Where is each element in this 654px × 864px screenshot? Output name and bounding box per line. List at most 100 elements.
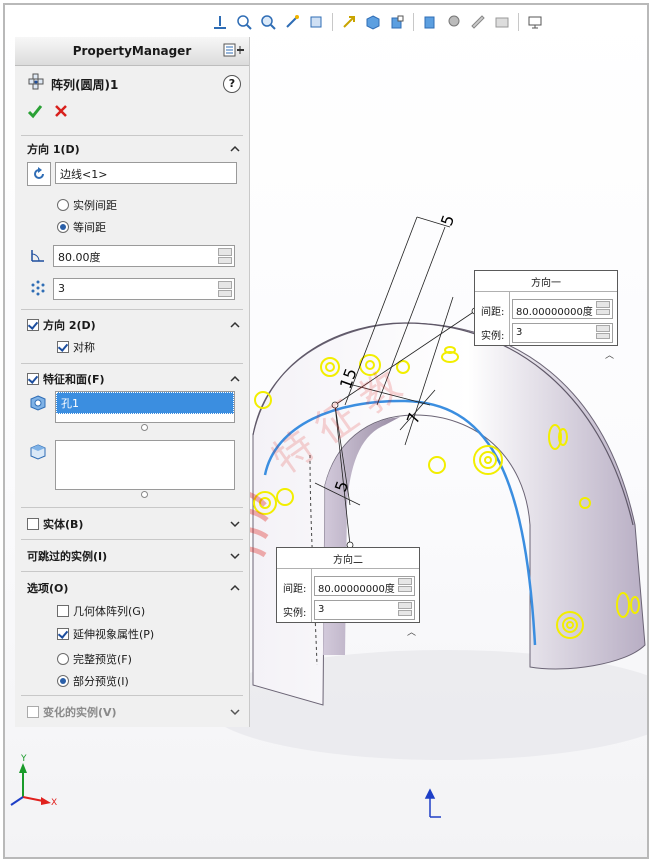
cancel-x-icon[interactable]	[53, 103, 69, 122]
monitor-icon[interactable]	[525, 12, 545, 32]
pattern-axis-field[interactable]: 边线<1>	[55, 162, 237, 184]
section-divider	[21, 507, 243, 508]
features-list-item[interactable]: 孔1	[56, 392, 234, 414]
resize-grip-icon[interactable]	[141, 424, 148, 431]
features-faces-section-title[interactable]: 特征和面(F)	[27, 371, 105, 387]
view-selector-icon[interactable]	[339, 12, 359, 32]
property-manager-panel: PropertyManager 阵列(圆周)1 ? 方向 1(D) 边线<1> …	[15, 37, 250, 727]
callout-spacing-field[interactable]: 80.00000000度	[314, 576, 415, 596]
features-listbox[interactable]: 孔1	[55, 391, 235, 423]
realview-icon[interactable]	[492, 12, 512, 32]
options-section-title[interactable]: 选项(O)	[27, 580, 68, 596]
callout-collapse-icon[interactable]: ︿	[407, 625, 416, 638]
apply-scene-icon[interactable]	[444, 12, 464, 32]
spacing-spinner[interactable]	[398, 578, 412, 592]
radio-on-icon	[57, 221, 69, 233]
direction1-callout: 方向一 间距: 80.00000000度 实例: 3	[474, 270, 618, 346]
section-divider	[21, 539, 243, 540]
callout-collapse-icon[interactable]: ︿	[605, 348, 614, 361]
toolbar-separator	[332, 13, 333, 31]
dimension-value-1[interactable]: 5	[437, 212, 458, 228]
radio-off-icon	[57, 199, 69, 211]
view-settings-icon[interactable]	[468, 12, 488, 32]
features-faces-label: 特征和面(F)	[43, 373, 105, 386]
callout-instances-field[interactable]: 3	[314, 600, 415, 620]
solidworks-window: 5 15 7 5 特 征 教 Y X PropertyManager 阵列(圆周…	[3, 3, 649, 859]
skip-instances-section-title[interactable]: 可跳过的实例(I)	[27, 548, 107, 564]
ok-checkmark-icon[interactable]	[27, 103, 43, 122]
reverse-direction-icon[interactable]	[27, 162, 51, 186]
help-icon[interactable]: ?	[223, 75, 241, 93]
previous-view-icon[interactable]	[282, 12, 302, 32]
hide-show-items-icon[interactable]	[387, 12, 407, 32]
chevron-up-icon[interactable]	[229, 373, 241, 385]
direction2-section-title[interactable]: 方向 2(D)	[27, 317, 96, 333]
section-view-icon[interactable]	[306, 12, 326, 32]
propagate-visual-checkbox[interactable]: 延伸视象属性(P)	[57, 626, 154, 642]
chevron-up-icon[interactable]	[229, 143, 241, 155]
instance-spacing-radio[interactable]: 实例间距	[57, 197, 117, 213]
radio-on-icon	[57, 675, 69, 687]
section-divider	[21, 135, 243, 136]
partial-preview-radio[interactable]: 部分预览(I)	[57, 673, 129, 689]
full-preview-radio[interactable]: 完整预览(F)	[57, 651, 132, 667]
callout-title: 方向一	[475, 271, 617, 292]
chevron-up-icon[interactable]	[229, 319, 241, 331]
svg-text:X: X	[51, 798, 57, 808]
checkbox-checked-icon	[27, 319, 39, 331]
resize-grip-icon[interactable]	[141, 491, 148, 498]
confirm-row	[15, 101, 249, 123]
features-to-pattern-icon	[27, 392, 49, 414]
callout-spacing-row: 间距: 80.00000000度	[277, 575, 419, 597]
chevron-down-icon[interactable]	[229, 706, 241, 718]
callout-spacing-label: 间距:	[283, 584, 307, 595]
pin-icon[interactable]	[223, 43, 245, 57]
geometry-pattern-checkbox[interactable]: 几何体阵列(G)	[57, 603, 145, 619]
origin-icon	[424, 788, 441, 818]
varying-instances-section-title[interactable]: 变化的实例(V)	[27, 704, 117, 720]
chevron-down-icon[interactable]	[229, 550, 241, 562]
checkbox-checked-icon	[27, 373, 39, 385]
chevron-up-icon[interactable]	[229, 582, 241, 594]
instances-field[interactable]: 3	[53, 278, 235, 300]
callout-spacing-value: 80.00000000度	[516, 307, 593, 318]
spacing-spinner[interactable]	[596, 301, 610, 315]
faces-listbox[interactable]	[55, 440, 235, 490]
triad-icon: Y X	[10, 754, 57, 808]
angle-spinner[interactable]	[218, 248, 232, 264]
callout-instances-value: 3	[318, 604, 325, 615]
zoom-to-area-icon[interactable]	[258, 12, 278, 32]
zoom-to-fit-icon[interactable]	[234, 12, 254, 32]
edit-appearance-icon[interactable]	[420, 12, 440, 32]
heads-up-view-toolbar	[210, 9, 545, 35]
instances-icon	[27, 277, 49, 299]
varying-instances-label: 变化的实例(V)	[43, 706, 117, 719]
checkbox-unchecked-icon	[27, 518, 39, 530]
callout-spacing-value: 80.00000000度	[318, 584, 395, 595]
callout-instances-label: 实例:	[481, 331, 505, 342]
equal-spacing-radio[interactable]: 等间距	[57, 219, 106, 235]
instances-spinner[interactable]	[398, 602, 412, 616]
callout-instances-value: 3	[516, 327, 523, 338]
angle-field[interactable]: 80.00度	[53, 245, 235, 267]
chevron-down-icon[interactable]	[229, 518, 241, 530]
direction1-section-title[interactable]: 方向 1(D)	[27, 141, 80, 157]
bodies-section-title[interactable]: 实体(B)	[27, 516, 83, 532]
display-style-icon[interactable]	[363, 12, 383, 32]
callout-spacing-label: 间距:	[481, 307, 505, 318]
checkbox-checked-icon	[57, 341, 69, 353]
symmetric-checkbox[interactable]: 对称	[57, 339, 95, 355]
part-body[interactable]	[252, 322, 646, 706]
section-divider	[21, 571, 243, 572]
callout-spacing-field[interactable]: 80.00000000度	[512, 299, 613, 319]
callout-spacing-row: 间距: 80.00000000度	[475, 298, 617, 320]
instances-spinner[interactable]	[596, 325, 610, 339]
callout-instances-row: 实例: 3	[277, 599, 419, 621]
bodies-label: 实体(B)	[43, 518, 84, 531]
feature-name: 阵列(圆周)1	[51, 78, 119, 92]
instances-spinner[interactable]	[218, 281, 232, 297]
view-orientation-icon[interactable]	[210, 12, 230, 32]
callout-instances-field[interactable]: 3	[512, 323, 613, 343]
symmetric-label: 对称	[73, 341, 95, 354]
geometry-pattern-label: 几何体阵列(G)	[73, 605, 146, 618]
